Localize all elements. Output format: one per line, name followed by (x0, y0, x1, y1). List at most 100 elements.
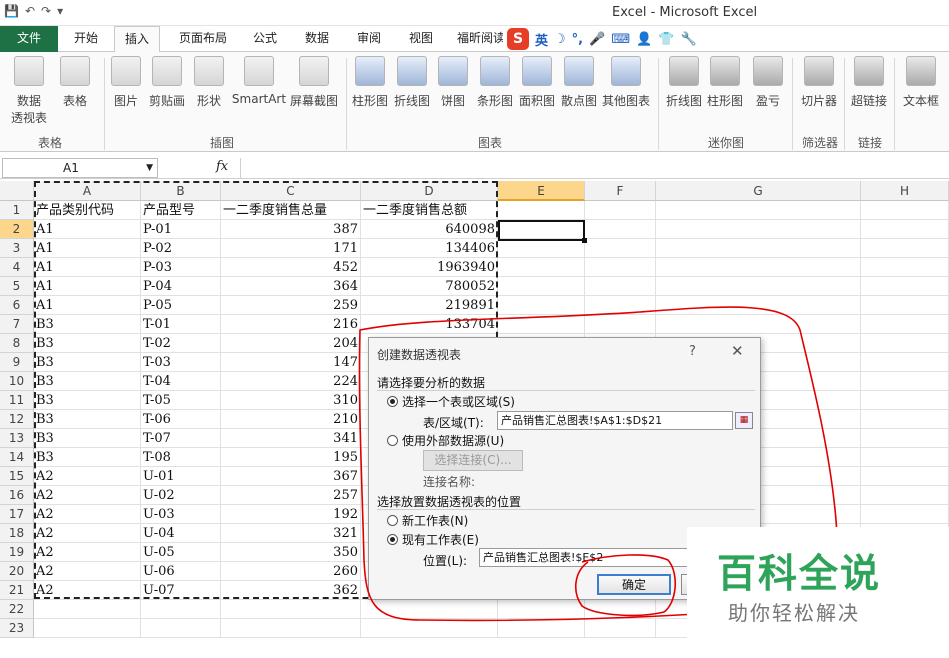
tab-2[interactable]: 插入 (114, 26, 160, 53)
cell[interactable]: T-08 (141, 448, 221, 467)
radio-new-worksheet[interactable]: 新工作表(N) (387, 512, 468, 529)
user-icon[interactable]: 👤 (636, 32, 652, 47)
cell[interactable] (585, 600, 656, 619)
cell[interactable]: 133704 (361, 315, 498, 334)
cell[interactable]: 452 (221, 258, 361, 277)
cell[interactable]: T-01 (141, 315, 221, 334)
wrench-icon[interactable]: 🔧 (680, 32, 696, 47)
cell[interactable]: 147 (221, 353, 361, 372)
tab-8[interactable]: 福昕阅读 (452, 26, 510, 52)
ribbon-button-4[interactable]: 形状 (192, 56, 226, 109)
cell[interactable]: 195 (221, 448, 361, 467)
row-header[interactable]: 4 (0, 258, 34, 277)
microphone-icon[interactable]: 🎤 (589, 32, 605, 47)
cell[interactable] (656, 296, 861, 315)
cell[interactable] (656, 239, 861, 258)
cell[interactable]: A2 (34, 467, 141, 486)
column-header-b[interactable]: B (141, 181, 221, 201)
cell[interactable] (861, 315, 949, 334)
cell[interactable]: 362 (221, 581, 361, 600)
ribbon-button-18[interactable]: 超链接 (848, 56, 890, 109)
cell[interactable] (656, 315, 861, 334)
cell[interactable]: A2 (34, 562, 141, 581)
cell[interactable]: P-03 (141, 258, 221, 277)
cell[interactable] (498, 201, 585, 220)
help-button[interactable]: ? (689, 344, 696, 359)
cell[interactable]: 204 (221, 334, 361, 353)
cell[interactable] (498, 619, 585, 638)
radio-existing-worksheet[interactable]: 现有工作表(E) (387, 531, 479, 548)
cell[interactable] (498, 258, 585, 277)
tab-4[interactable]: 公式 (244, 26, 286, 52)
cell[interactable] (498, 277, 585, 296)
cell[interactable] (656, 277, 861, 296)
cell[interactable]: 一二季度销售总量 (221, 201, 361, 220)
row-header[interactable]: 21 (0, 581, 34, 600)
cell[interactable] (585, 296, 656, 315)
column-header-d[interactable]: D (361, 181, 498, 201)
save-icon[interactable]: 💾 (4, 4, 19, 18)
cell[interactable]: U-06 (141, 562, 221, 581)
cell[interactable]: T-03 (141, 353, 221, 372)
ribbon-button-10[interactable]: 条形图 (474, 56, 516, 109)
cell[interactable]: 387 (221, 220, 361, 239)
cell[interactable] (221, 619, 361, 638)
row-header[interactable]: 19 (0, 543, 34, 562)
cell[interactable] (585, 315, 656, 334)
column-header-g[interactable]: G (656, 181, 861, 201)
cell[interactable]: P-05 (141, 296, 221, 315)
cell[interactable] (585, 619, 656, 638)
cell[interactable]: U-03 (141, 505, 221, 524)
cell[interactable]: U-07 (141, 581, 221, 600)
cell[interactable]: T-04 (141, 372, 221, 391)
cell[interactable]: 640098 (361, 220, 498, 239)
row-header[interactable]: 7 (0, 315, 34, 334)
cell[interactable]: 224 (221, 372, 361, 391)
cell[interactable] (861, 296, 949, 315)
column-header-e[interactable]: E (498, 181, 585, 201)
cell[interactable] (861, 467, 949, 486)
cell[interactable]: A1 (34, 277, 141, 296)
cell[interactable]: P-04 (141, 277, 221, 296)
column-header-h[interactable]: H (861, 181, 949, 201)
name-box[interactable]: A1 ▼ (2, 158, 158, 178)
row-header[interactable]: 5 (0, 277, 34, 296)
ribbon-button-19[interactable]: 文本框 (900, 56, 942, 109)
cell[interactable] (656, 201, 861, 220)
cell[interactable]: A1 (34, 296, 141, 315)
tab-7[interactable]: 视图 (400, 26, 442, 52)
moon-icon[interactable]: ☽ (554, 32, 566, 47)
cell[interactable]: 780052 (361, 277, 498, 296)
cell[interactable] (585, 277, 656, 296)
row-header[interactable]: 14 (0, 448, 34, 467)
cell[interactable]: 321 (221, 524, 361, 543)
cell[interactable]: 260 (221, 562, 361, 581)
row-header[interactable]: 11 (0, 391, 34, 410)
tab-0[interactable]: 文件 (0, 26, 58, 52)
customize-qat-icon[interactable]: ▾ (57, 4, 63, 18)
cell[interactable] (861, 372, 949, 391)
cell[interactable]: 219891 (361, 296, 498, 315)
cell[interactable] (861, 410, 949, 429)
formula-input[interactable] (240, 158, 949, 178)
row-header[interactable]: 16 (0, 486, 34, 505)
row-header[interactable]: 2 (0, 220, 34, 239)
cell[interactable]: 257 (221, 486, 361, 505)
cell[interactable] (141, 600, 221, 619)
function-icon[interactable]: fx (216, 159, 228, 174)
cell[interactable] (361, 600, 498, 619)
cell[interactable] (861, 201, 949, 220)
undo-icon[interactable]: ↶ (25, 4, 35, 18)
cell[interactable]: B3 (34, 448, 141, 467)
cell[interactable] (861, 334, 949, 353)
cell[interactable]: B3 (34, 410, 141, 429)
cell[interactable]: 364 (221, 277, 361, 296)
ribbon-button-7[interactable]: 柱形图 (350, 56, 390, 109)
cell[interactable] (34, 600, 141, 619)
ribbon-button-1[interactable]: 表格 (58, 56, 92, 109)
ribbon-button-15[interactable]: 柱形图 (704, 56, 746, 109)
ribbon-button-17[interactable]: 切片器 (798, 56, 840, 109)
redo-icon[interactable]: ↷ (41, 4, 51, 18)
cell[interactable] (585, 239, 656, 258)
row-header[interactable]: 6 (0, 296, 34, 315)
